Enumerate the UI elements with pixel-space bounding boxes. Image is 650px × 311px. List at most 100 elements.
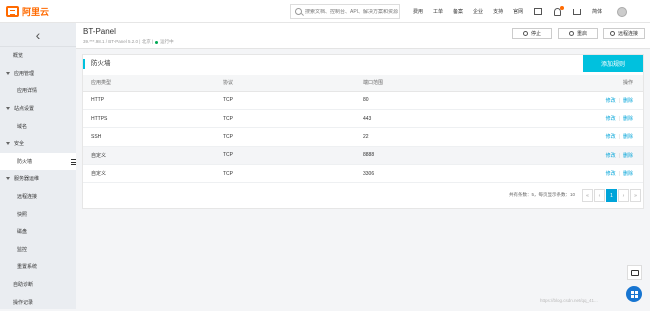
table-row: 自定义 TCP 3306 修改 | 删除 <box>83 164 643 184</box>
language-switch[interactable]: 简体 <box>592 8 602 15</box>
separator: | <box>618 134 620 141</box>
panel-title: 防火墙 <box>83 59 111 69</box>
sidebar: ‹ 概览应用管理应用详情站点设置域名安全防火墙服务器运维远程连接快照磁盘监控重置… <box>0 23 76 309</box>
sidebar-item-label: 快照 <box>17 211 28 218</box>
delete-link[interactable]: 删除 <box>623 116 633 122</box>
table-row: HTTPS TCP 443 修改 | 删除 <box>83 109 643 129</box>
delete-link[interactable]: 删除 <box>623 98 633 104</box>
nav-official-site[interactable]: 官网 <box>513 8 523 15</box>
stop-button[interactable]: 停止 <box>512 28 552 39</box>
cell-actions: 修改 | 删除 <box>589 164 643 184</box>
nav-support[interactable]: 支持 <box>493 8 503 15</box>
nav-tickets[interactable]: 工单 <box>433 8 443 15</box>
sidebar-item[interactable]: 概览 <box>0 47 76 65</box>
menu-collapse-icon[interactable] <box>71 158 76 165</box>
status-text: 运行中 <box>160 39 174 44</box>
cell-app-type: HTTP <box>83 91 223 110</box>
sidebar-item[interactable]: 监控 <box>0 241 76 259</box>
sidebar-item-label: 应用管理 <box>14 70 35 77</box>
sidebar-item[interactable]: 操作记录 <box>0 293 76 311</box>
sidebar-item[interactable]: 远程连接 <box>0 188 76 206</box>
table-row: SSH TCP 22 修改 | 删除 <box>83 127 643 147</box>
table-row: 自定义 TCP 8888 修改 | 删除 <box>83 146 643 166</box>
cell-app-type: 自定义 <box>83 164 223 184</box>
search-icon <box>295 8 302 15</box>
sidebar-item[interactable]: 快照 <box>0 205 76 223</box>
cell-protocol: TCP <box>223 91 363 110</box>
restart-button[interactable]: 重启 <box>558 28 598 39</box>
delete-link[interactable]: 删除 <box>623 134 633 140</box>
last-page-button[interactable]: » <box>630 189 641 202</box>
cell-actions: 修改 | 删除 <box>589 91 643 110</box>
notification-badge <box>560 5 565 10</box>
sidebar-item-label: 监控 <box>17 246 28 253</box>
aliyun-logo[interactable]: 阿里云 <box>6 5 49 18</box>
chat-button[interactable] <box>627 265 642 280</box>
first-page-button[interactable]: « <box>582 189 593 202</box>
global-search[interactable] <box>290 4 400 19</box>
grid-icon <box>630 290 638 298</box>
sidebar-item[interactable]: 安全 <box>0 135 76 153</box>
edit-link[interactable]: 修改 <box>606 171 616 177</box>
logo-text: 阿里云 <box>22 7 50 17</box>
edit-link[interactable]: 修改 <box>606 116 616 122</box>
caret-down-icon <box>6 177 10 181</box>
delete-link[interactable]: 删除 <box>623 153 633 159</box>
table-row: HTTP TCP 80 修改 | 删除 <box>83 91 643 110</box>
user-avatar[interactable] <box>617 6 628 17</box>
apps-button[interactable] <box>626 286 642 302</box>
sidebar-item-label: 域名 <box>17 123 28 130</box>
sidebar-item[interactable]: 磁盘 <box>0 223 76 241</box>
console-icon[interactable] <box>534 8 543 15</box>
cell-port-range: 3306 <box>363 164 589 184</box>
remote-icon <box>609 31 615 36</box>
edit-link[interactable]: 修改 <box>606 153 616 159</box>
add-rule-button[interactable]: 添加规则 <box>583 55 643 72</box>
nav-billing[interactable]: 费用 <box>413 8 423 15</box>
nav-icp[interactable]: 备案 <box>453 8 463 15</box>
prev-page-button[interactable]: ‹ <box>594 189 605 202</box>
col-app-type: 应用类型 <box>83 75 223 92</box>
sidebar-item[interactable]: 域名 <box>0 117 76 135</box>
sidebar-item[interactable]: 重置系统 <box>0 258 76 276</box>
edit-link[interactable]: 修改 <box>606 134 616 140</box>
back-arrow-icon[interactable]: ‹ <box>0 23 76 47</box>
sidebar-item-label: 概览 <box>13 53 24 60</box>
delete-link[interactable]: 删除 <box>623 171 633 177</box>
sidebar-menu: 概览应用管理应用详情站点设置域名安全防火墙服务器运维远程连接快照磁盘监控重置系统… <box>0 47 76 311</box>
cell-app-type: 自定义 <box>83 146 223 166</box>
sidebar-item-label: 自助诊断 <box>13 282 34 289</box>
remote-connect-button[interactable]: 远程连接 <box>603 28 645 39</box>
sidebar-item[interactable]: 应用管理 <box>0 65 76 83</box>
nav-enterprise[interactable]: 企业 <box>473 8 483 15</box>
sidebar-item[interactable]: 站点设置 <box>0 100 76 118</box>
sidebar-item[interactable]: 服务器运维 <box>0 170 76 188</box>
cell-actions: 修改 | 删除 <box>589 109 643 129</box>
separator: | <box>618 152 620 159</box>
sidebar-item-label: 应用详情 <box>17 88 38 95</box>
sidebar-item-label: 安全 <box>14 141 25 148</box>
sidebar-item[interactable]: 应用详情 <box>0 82 76 100</box>
sidebar-item-label: 磁盘 <box>17 229 28 236</box>
search-input[interactable] <box>305 8 399 15</box>
remote-label: 远程连接 <box>617 31 638 37</box>
cell-protocol: TCP <box>223 127 363 147</box>
stop-label: 停止 <box>530 31 541 37</box>
sidebar-item-label: 服务器运维 <box>14 176 40 183</box>
sidebar-item[interactable]: 自助诊断 <box>0 276 76 294</box>
sidebar-item[interactable]: 防火墙 <box>0 152 76 171</box>
restart-label: 重启 <box>576 31 587 37</box>
cart-icon[interactable] <box>573 8 582 15</box>
watermark: https://blog.csdn.net/qq_41... <box>540 298 598 303</box>
edit-link[interactable]: 修改 <box>606 98 616 104</box>
firewall-rules-table: 应用类型 协议 端口范围 操作 HTTP TCP 80 修改 | 删除 HTTPS TCP 44… <box>83 75 643 184</box>
instance-header: BT-Panel 39.***.98.1 / BT-Panel 5.2.0 | … <box>76 23 650 49</box>
current-page-button[interactable]: 1 <box>606 189 617 202</box>
pagination-summary: 共有条数：5，每页显示条数：10 <box>508 192 575 197</box>
cell-port-range: 443 <box>363 109 589 129</box>
bell-icon[interactable] <box>554 5 565 16</box>
aliyun-logo-icon <box>6 6 19 17</box>
col-port-range: 端口范围 <box>363 75 589 92</box>
next-page-button[interactable]: › <box>618 189 629 202</box>
sidebar-item-label: 远程连接 <box>17 194 38 201</box>
